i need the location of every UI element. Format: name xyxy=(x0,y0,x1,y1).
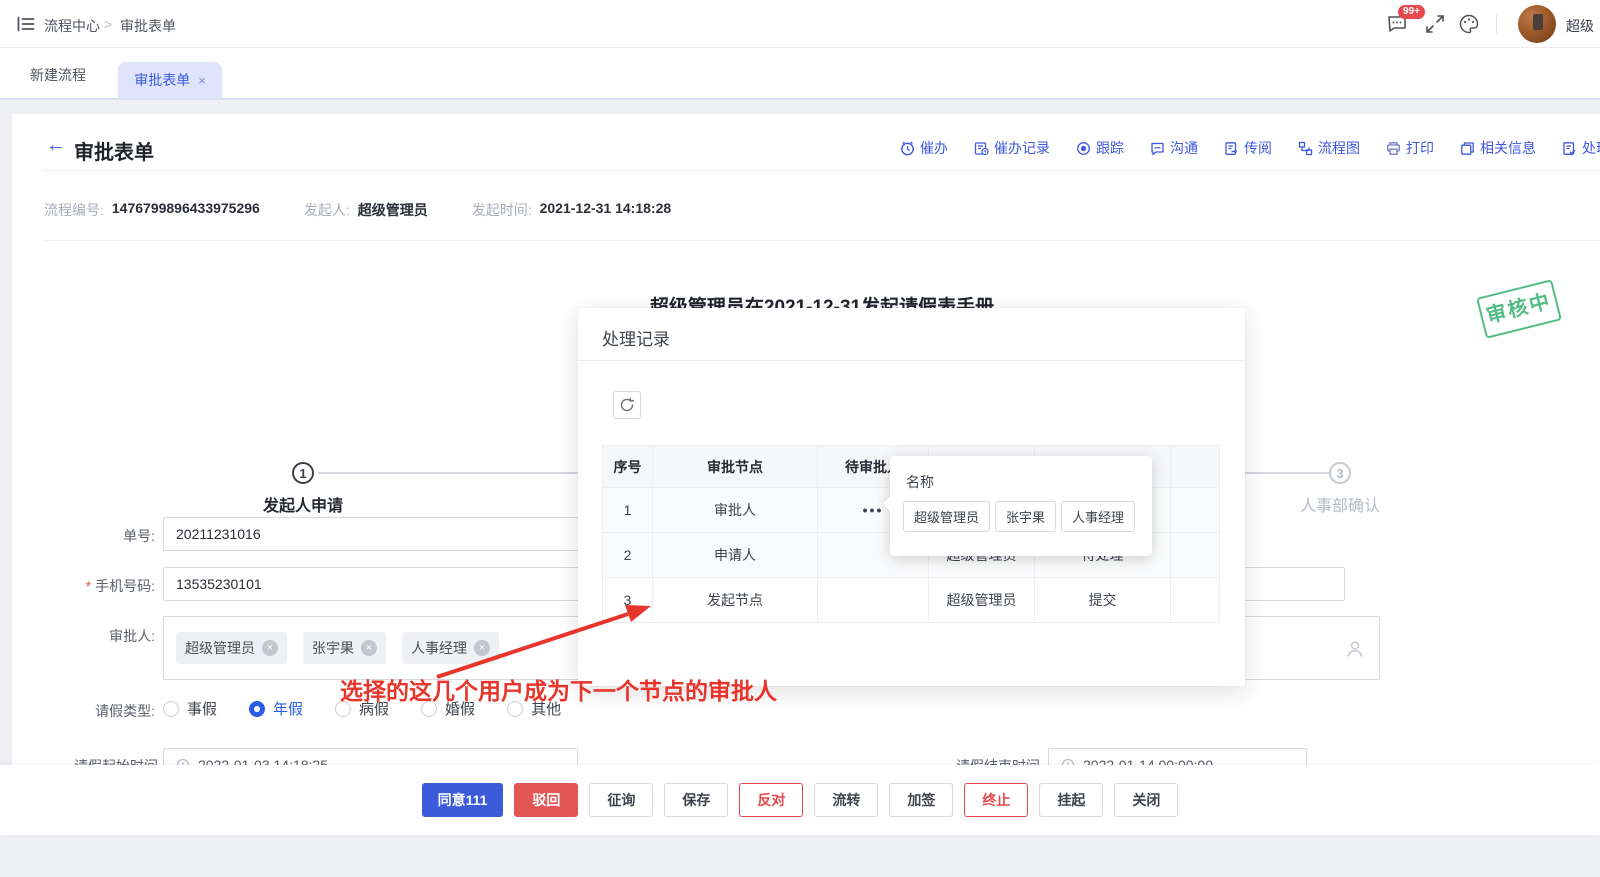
app-window: 流程中心 > 审批表单 99+ 超级 新建流程 审批表单× ← 审批表 xyxy=(0,0,1600,877)
copy-icon xyxy=(1460,141,1475,156)
reject-button[interactable]: 驳回 xyxy=(514,783,578,817)
step-1-label: 发起人申请 xyxy=(233,492,373,516)
radio-icon xyxy=(163,701,179,717)
chat-icon xyxy=(1150,141,1165,156)
leave-type-label: 请假类型: xyxy=(40,701,155,721)
suspend-button[interactable]: 挂起 xyxy=(1039,783,1103,817)
meta-label: 流程编号: xyxy=(44,200,104,220)
tab-close-icon[interactable]: × xyxy=(198,73,206,88)
record-clock-icon xyxy=(974,141,989,156)
tab-approval-form[interactable]: 审批表单 × xyxy=(118,62,222,98)
toolbar-urge[interactable]: 催办 xyxy=(900,138,948,158)
col-node: 审批节点 xyxy=(653,446,818,488)
user-chip[interactable]: 超级管理员 xyxy=(903,501,990,532)
approver-tag: 张宇果× xyxy=(303,632,386,664)
theme-palette-icon[interactable] xyxy=(1458,13,1480,35)
tag-close-icon[interactable]: × xyxy=(262,640,278,656)
user-chip[interactable]: 人事经理 xyxy=(1061,501,1135,532)
save-button[interactable]: 保存 xyxy=(664,783,728,817)
topbar: 流程中心 > 审批表单 99+ 超级 xyxy=(0,0,1600,48)
required-mark: * xyxy=(86,578,91,594)
back-arrow-icon[interactable]: ← xyxy=(46,134,66,157)
transfer-button[interactable]: 流转 xyxy=(814,783,878,817)
table-row: 3 发起节点 超级管理员 提交 xyxy=(603,578,1221,623)
toolbar-print[interactable]: 打印 xyxy=(1386,138,1434,158)
start-time: 2021-12-31 14:18:28 xyxy=(540,200,672,220)
terminate-button[interactable]: 终止 xyxy=(964,783,1028,817)
toolbar-flowchart[interactable]: 流程图 xyxy=(1298,138,1360,158)
breadcrumb-separator: > xyxy=(104,16,112,32)
refresh-icon xyxy=(619,397,635,413)
order-no-label: 单号: xyxy=(40,526,155,546)
approver-names-popover: 名称 超级管理员 张宇果 人事经理 xyxy=(890,456,1152,556)
action-footer: 同意111 驳回 征询 保存 反对 流转 加签 终止 挂起 关闭 xyxy=(0,765,1600,835)
file-arrow-icon xyxy=(1224,141,1239,156)
initiator: 超级管理员 xyxy=(358,200,428,220)
file-check-icon xyxy=(1562,141,1577,156)
close-button[interactable]: 关闭 xyxy=(1114,783,1178,817)
toolbar-circulate[interactable]: 传阅 xyxy=(1224,138,1272,158)
refresh-button[interactable] xyxy=(613,391,641,419)
person-icon xyxy=(1345,639,1365,659)
col-extra xyxy=(1171,446,1220,488)
fullscreen-icon[interactable] xyxy=(1424,13,1446,35)
printer-icon xyxy=(1386,141,1401,156)
approver-tag: 人事经理× xyxy=(402,632,499,664)
countersign-button[interactable]: 加签 xyxy=(889,783,953,817)
header-divider xyxy=(42,170,1600,171)
meta-divider xyxy=(42,240,1600,241)
breadcrumb-item: 审批表单 xyxy=(120,16,176,36)
radio-checked-icon xyxy=(249,701,265,717)
tab-label: 审批表单 xyxy=(134,72,190,88)
approver-tag: 超级管理员× xyxy=(176,632,287,664)
oppose-button[interactable]: 反对 xyxy=(739,783,803,817)
meta-label: 发起时间: xyxy=(472,200,532,220)
toolbar: 催办 催办记录 跟踪 沟通 传阅 流程图 xyxy=(900,138,1600,158)
annotation-text: 选择的这几个用户成为下一个节点的审批人 xyxy=(340,672,777,706)
phone-label: *手机号码: xyxy=(40,576,155,596)
agree-button[interactable]: 同意111 xyxy=(422,783,504,817)
consult-button[interactable]: 征询 xyxy=(589,783,653,817)
radio-annual-leave[interactable]: 年假 xyxy=(249,698,303,719)
tab-bar: 新建流程 审批表单 × xyxy=(0,48,1600,100)
clock-icon xyxy=(900,141,915,156)
notification-badge: 99+ xyxy=(1398,5,1425,19)
approver-label: 审批人: xyxy=(40,626,155,646)
tag-close-icon[interactable]: × xyxy=(361,640,377,656)
tab-new-process[interactable]: 新建流程 xyxy=(30,65,86,85)
user-chip[interactable]: 张宇果 xyxy=(995,501,1056,532)
process-id: 1476799896433975296 xyxy=(112,200,260,220)
toolbar-communicate[interactable]: 沟通 xyxy=(1150,138,1198,158)
toolbar-urge-record[interactable]: 催办记录 xyxy=(974,138,1050,158)
user-avatar[interactable] xyxy=(1518,5,1556,43)
page-title: 审批表单 xyxy=(74,136,154,165)
flowchart-icon xyxy=(1298,141,1313,156)
step-3-label: 人事部确认 xyxy=(1270,492,1410,516)
process-meta: 流程编号: 1476799896433975296 发起人: 超级管理员 发起时间:… xyxy=(44,200,671,220)
step-3-node: 3 xyxy=(1329,462,1351,484)
popover-title: 名称 xyxy=(906,472,934,492)
toolbar-process[interactable]: 处理 xyxy=(1562,138,1600,158)
toolbar-related-info[interactable]: 相关信息 xyxy=(1460,138,1536,158)
radio-personal-leave[interactable]: 事假 xyxy=(163,698,217,719)
col-seq: 序号 xyxy=(603,446,653,488)
meta-label: 发起人: xyxy=(304,200,350,220)
tag-close-icon[interactable]: × xyxy=(474,640,490,656)
modal-divider xyxy=(578,360,1245,361)
popover-chip-list: 超级管理员 张宇果 人事经理 xyxy=(903,501,1135,532)
user-name: 超级 xyxy=(1566,16,1600,36)
toolbar-track[interactable]: 跟踪 xyxy=(1076,138,1124,158)
breadcrumb-item[interactable]: 流程中心 xyxy=(44,16,100,36)
step-1-node: 1 xyxy=(292,462,314,484)
target-icon xyxy=(1076,141,1091,156)
menu-collapse-icon[interactable] xyxy=(16,14,36,34)
topbar-divider xyxy=(1496,14,1497,34)
modal-title: 处理记录 xyxy=(602,325,670,350)
